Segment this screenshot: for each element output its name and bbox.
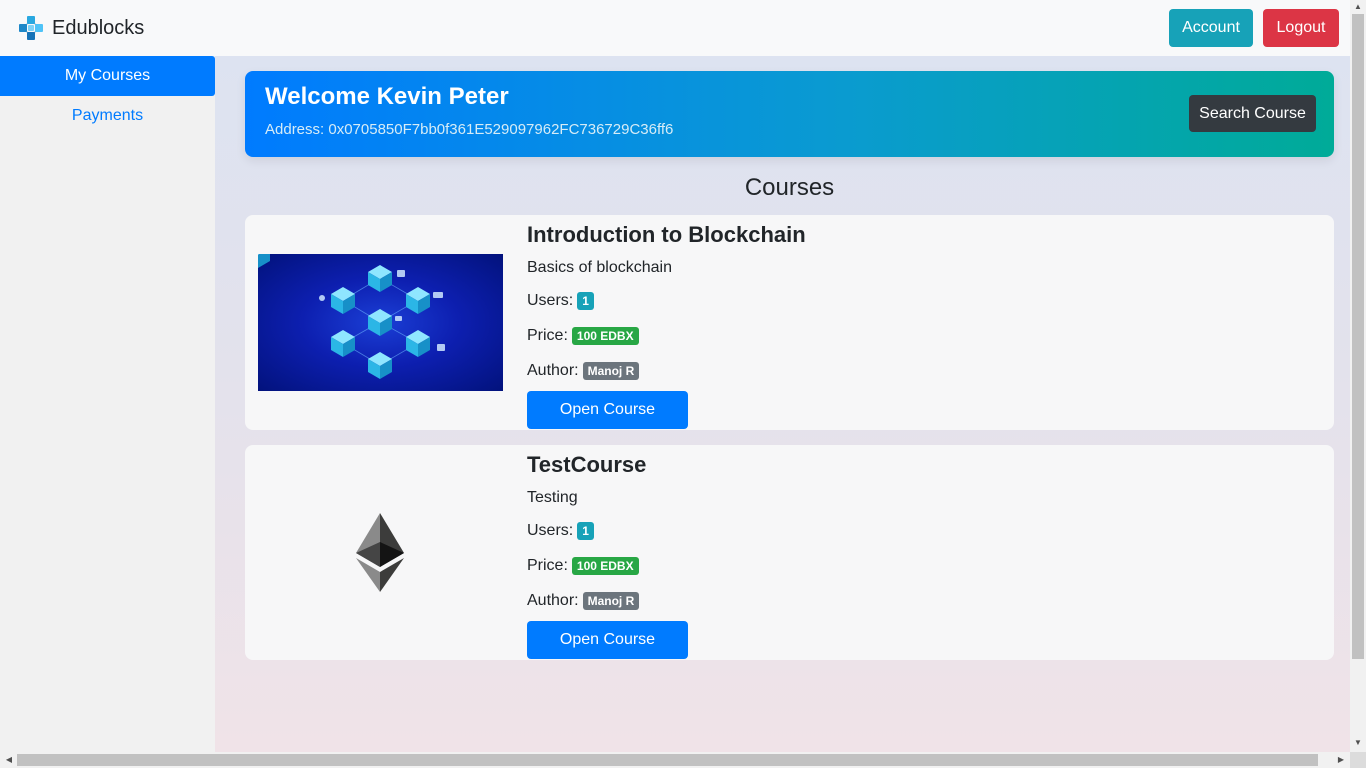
- course-description: Basics of blockchain: [527, 259, 672, 276]
- author-badge: Manoj R: [582, 591, 640, 610]
- course-info: TestCourse Testing Users: 1 Price: 100 E…: [527, 449, 688, 659]
- users-label: Users:: [527, 522, 574, 539]
- course-author: Author: Manoj R: [527, 583, 688, 618]
- course-card: TestCourse Testing Users: 1 Price: 100 E…: [245, 445, 1334, 660]
- course-price: Price: 100 EDBX: [527, 318, 806, 353]
- sidebar-item-payments[interactable]: Payments: [0, 96, 215, 136]
- users-label: Users:: [527, 292, 574, 309]
- course-price: Price: 100 EDBX: [527, 548, 688, 583]
- scrollbar-corner: [1350, 752, 1366, 768]
- horizontal-scrollbar[interactable]: ◀ ▶: [0, 752, 1350, 768]
- sidebar-item-my-courses[interactable]: My Courses: [0, 56, 215, 96]
- author-badge: Manoj R: [582, 361, 640, 380]
- blockchain-cubes-image: [258, 254, 503, 391]
- sidebar: My Courses Payments: [0, 56, 215, 752]
- price-label: Price:: [527, 557, 568, 574]
- users-badge: 1: [577, 291, 594, 310]
- author-label: Author:: [527, 362, 579, 379]
- price-badge: 100 EDBX: [571, 556, 639, 575]
- scroll-right-icon[interactable]: ▶: [1333, 755, 1349, 764]
- vertical-scrollbar[interactable]: ▲ ▼: [1350, 0, 1366, 752]
- scroll-down-icon[interactable]: ▼: [1350, 738, 1366, 747]
- welcome-title: Welcome Kevin Peter: [265, 83, 509, 110]
- price-label: Price:: [527, 327, 568, 344]
- wallet-address: Address: 0x0705850F7bb0f361E529097962FC7…: [265, 121, 674, 138]
- courses-heading: Courses: [744, 174, 835, 201]
- ethereum-icon: [356, 513, 404, 592]
- horizontal-scroll-thumb[interactable]: [17, 754, 1318, 766]
- main-content: Welcome Kevin Peter Address: 0x0705850F7…: [215, 56, 1350, 752]
- price-badge: 100 EDBX: [571, 326, 639, 345]
- ethereum-logo-image: [258, 484, 503, 621]
- scroll-up-icon[interactable]: ▲: [1350, 2, 1366, 11]
- edublocks-logo-icon: [19, 16, 43, 40]
- author-label: Author:: [527, 592, 579, 609]
- users-badge: 1: [577, 521, 594, 540]
- course-info: Introduction to Blockchain Basics of blo…: [527, 219, 806, 429]
- brand-link[interactable]: Edublocks: [18, 15, 144, 41]
- scroll-left-icon[interactable]: ◀: [1, 755, 17, 764]
- open-course-button[interactable]: Open Course: [527, 621, 688, 659]
- brand-name: Edublocks: [52, 16, 145, 39]
- welcome-banner: Welcome Kevin Peter Address: 0x0705850F7…: [245, 71, 1334, 157]
- course-users: Users: 1: [527, 283, 806, 318]
- vertical-scroll-thumb[interactable]: [1352, 14, 1364, 659]
- course-card: Introduction to Blockchain Basics of blo…: [245, 215, 1334, 430]
- nav-buttons: Account Logout: [1169, 9, 1339, 47]
- course-title: Introduction to Blockchain: [527, 222, 806, 247]
- logout-button[interactable]: Logout: [1263, 9, 1339, 47]
- course-description: Testing: [527, 489, 578, 506]
- course-title: TestCourse: [527, 452, 647, 477]
- open-course-button[interactable]: Open Course: [527, 391, 688, 429]
- search-course-button[interactable]: Search Course: [1189, 95, 1316, 132]
- course-users: Users: 1: [527, 513, 688, 548]
- account-button[interactable]: Account: [1169, 9, 1253, 47]
- top-navbar: Edublocks Account Logout: [0, 0, 1350, 56]
- blockchain-illustration: [258, 254, 445, 379]
- course-author: Author: Manoj R: [527, 353, 806, 388]
